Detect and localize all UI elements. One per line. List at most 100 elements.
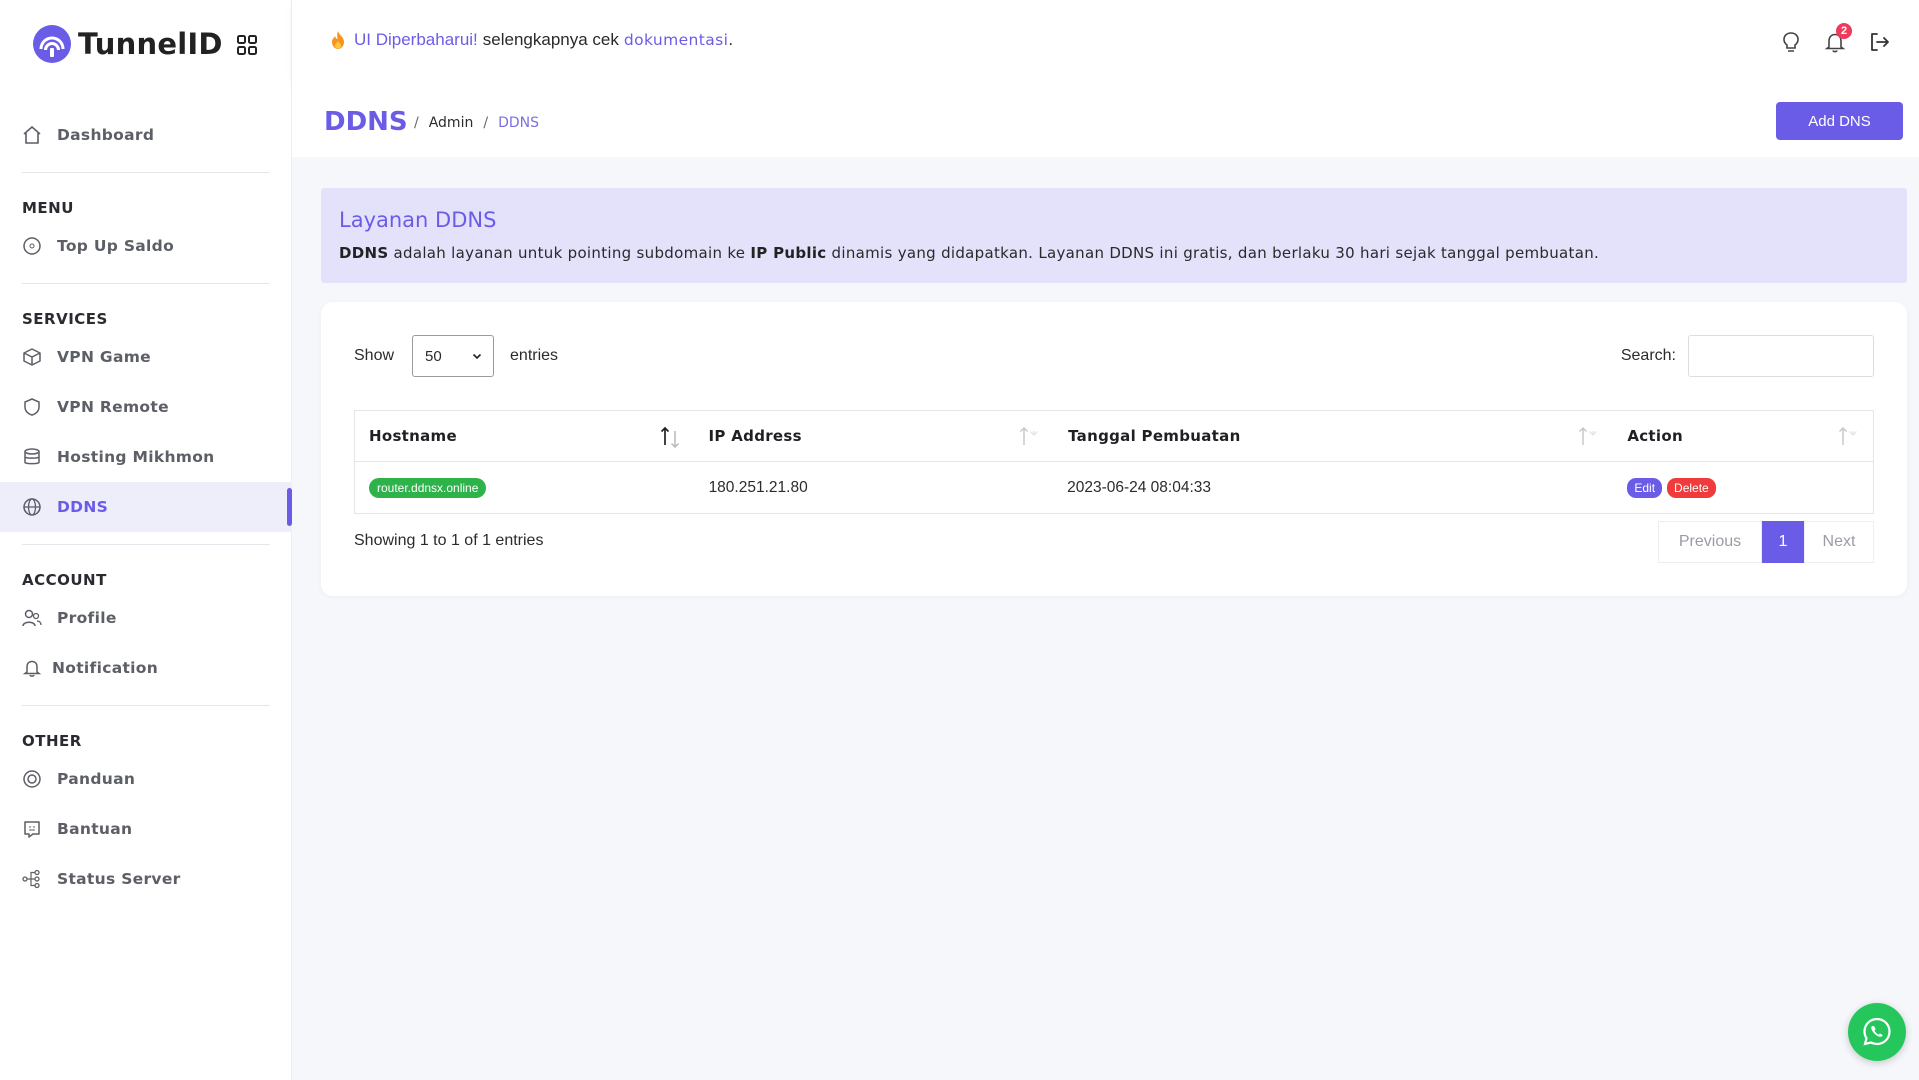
page-size-value: 50 [425, 347, 442, 365]
support-icon [22, 819, 42, 839]
database-icon [22, 447, 42, 467]
sidebar-item-dashboard[interactable]: Dashboard [0, 110, 292, 160]
breadcrumb-separator: / [483, 115, 489, 131]
announcement: UI Diperbaharui! selengkapnya cek dokume… [330, 30, 733, 50]
target-icon [22, 769, 42, 789]
lightbulb-icon [1783, 32, 1799, 52]
sidebar-item-panduan[interactable]: Panduan [0, 754, 292, 804]
add-dns-button[interactable]: Add DNS [1776, 102, 1903, 140]
cell-created-date: 2023-06-24 08:04:33 [1067, 478, 1212, 496]
logout-icon [1871, 33, 1889, 51]
divider [22, 283, 270, 284]
whatsapp-icon [1863, 1017, 1891, 1046]
logout-button[interactable] [1867, 30, 1891, 54]
cell-ip-address: 180.251.21.80 [708, 478, 808, 496]
breadcrumb-current: DDNS [498, 115, 539, 131]
cube-icon [22, 347, 42, 367]
sidebar-item-label: VPN Remote [57, 398, 169, 416]
section-heading-account: ACCOUNT [22, 571, 107, 589]
table-header: Hostname IP Address Tanggal Pembuatan Ac… [355, 411, 1873, 462]
ddns-table-card: Show 50 entries Search: Hostname IP Addr… [321, 302, 1907, 596]
notification-button[interactable]: 2 [1823, 23, 1852, 54]
edit-button[interactable]: Edit [1627, 477, 1663, 498]
bell-icon [22, 658, 42, 678]
whatsapp-chat-button[interactable] [1848, 1003, 1906, 1061]
theme-toggle-button[interactable] [1779, 30, 1803, 54]
brand-logo[interactable]: TunnelID [32, 22, 223, 66]
sort-icon [1838, 426, 1857, 445]
topbar-actions: 2 [1779, 23, 1891, 54]
breadcrumb-separator: / [414, 115, 419, 131]
ddns-table: Hostname IP Address Tanggal Pembuatan Ac… [354, 410, 1874, 514]
documentation-link[interactable]: dokumentasi [624, 31, 728, 49]
column-header-action[interactable]: Action [1613, 411, 1873, 461]
sidebar-item-label: Status Server [57, 870, 181, 888]
search-control: Search: [1621, 335, 1874, 377]
sidebar-item-label: Hosting Mikhmon [57, 448, 215, 466]
page-size-select[interactable]: 50 [412, 335, 495, 377]
sidebar-item-bantuan[interactable]: Bantuan [0, 804, 292, 854]
pagination-next[interactable]: Next [1804, 521, 1874, 563]
sidebar-nav: Dashboard MENU Top Up Saldo SERVICES VPN… [0, 110, 292, 904]
column-label: Action [1627, 427, 1683, 445]
alert-text-part: dinamis yang didapatkan. Layanan DDNS in… [826, 244, 1600, 262]
page-title: DDNS [324, 107, 408, 137]
cell-hostname: router.ddnsx.online [355, 462, 695, 513]
sidebar-item-notification[interactable]: Notification [0, 643, 292, 693]
sidebar-item-label: Bantuan [57, 820, 133, 838]
coin-icon [22, 236, 42, 256]
grid-menu-icon[interactable] [236, 34, 258, 56]
delete-button[interactable]: Delete [1667, 477, 1716, 498]
divider [22, 705, 270, 706]
breadcrumb: / Admin / DDNS [414, 115, 539, 131]
tunnel-logo-icon [33, 25, 71, 63]
section-heading-services: SERVICES [22, 310, 108, 328]
alert-bold: IP Public [750, 244, 827, 262]
announcement-end: . [728, 30, 734, 49]
sidebar-item-top-up-saldo[interactable]: Top Up Saldo [0, 221, 292, 271]
show-label: Show [354, 347, 395, 364]
sidebar-item-label: Dashboard [57, 126, 155, 144]
chevron-down-icon [472, 353, 482, 360]
announcement-text: selengkapnya cek [482, 30, 619, 49]
column-header-tanggal-pembuatan[interactable]: Tanggal Pembuatan [1054, 411, 1613, 461]
pagination-previous[interactable]: Previous [1658, 521, 1762, 563]
brand-name: TunnelID [78, 27, 223, 61]
users-icon [22, 608, 42, 628]
section-heading-other: OTHER [22, 732, 82, 750]
search-label: Search: [1620, 347, 1676, 364]
sidebar-item-status-server[interactable]: Status Server [0, 854, 292, 904]
notification-badge: 2 [1836, 23, 1852, 39]
sidebar-item-vpn-remote[interactable]: VPN Remote [0, 382, 292, 432]
hostname-badge: router.ddnsx.online [369, 477, 487, 498]
sidebar-item-label: Profile [57, 609, 117, 627]
column-header-hostname[interactable]: Hostname [355, 411, 695, 461]
sidebar-item-vpn-game[interactable]: VPN Game [0, 332, 292, 382]
sidebar-item-ddns[interactable]: DDNS [0, 482, 292, 532]
search-input[interactable] [1688, 335, 1874, 377]
sidebar: TunnelID Dashboard MENU Top Up Saldo SER… [0, 0, 292, 1080]
column-header-ip-address[interactable]: IP Address [695, 411, 1055, 461]
divider [22, 544, 270, 545]
pagination: Previous 1 Next [1658, 521, 1874, 563]
sidebar-item-profile[interactable]: Profile [0, 593, 292, 643]
home-icon [22, 125, 42, 145]
sidebar-item-label: VPN Game [57, 348, 151, 366]
breadcrumb-admin[interactable]: Admin [429, 115, 474, 131]
sidebar-item-label: DDNS [57, 498, 109, 516]
divider [22, 172, 270, 173]
alert-text: DDNS adalah layanan untuk pointing subdo… [339, 244, 1599, 262]
table-row: router.ddnsx.online 180.251.21.80 2023-0… [355, 462, 1873, 513]
section-heading-menu: MENU [22, 199, 74, 217]
column-label: IP Address [708, 427, 802, 445]
sidebar-item-label: Notification [52, 659, 159, 677]
sidebar-item-hosting-mikhmon[interactable]: Hosting Mikhmon [0, 432, 292, 482]
fire-icon [332, 31, 344, 49]
alert-text-part: adalah layanan untuk pointing subdomain … [388, 244, 751, 262]
alert-title: Layanan DDNS [339, 208, 497, 232]
column-label: Hostname [369, 427, 457, 445]
sidebar-item-label: Panduan [57, 770, 136, 788]
info-alert: Layanan DDNS DDNS adalah layanan untuk p… [321, 188, 1907, 283]
pagination-page-1[interactable]: 1 [1762, 521, 1804, 563]
sidebar-item-label: Top Up Saldo [57, 237, 175, 255]
